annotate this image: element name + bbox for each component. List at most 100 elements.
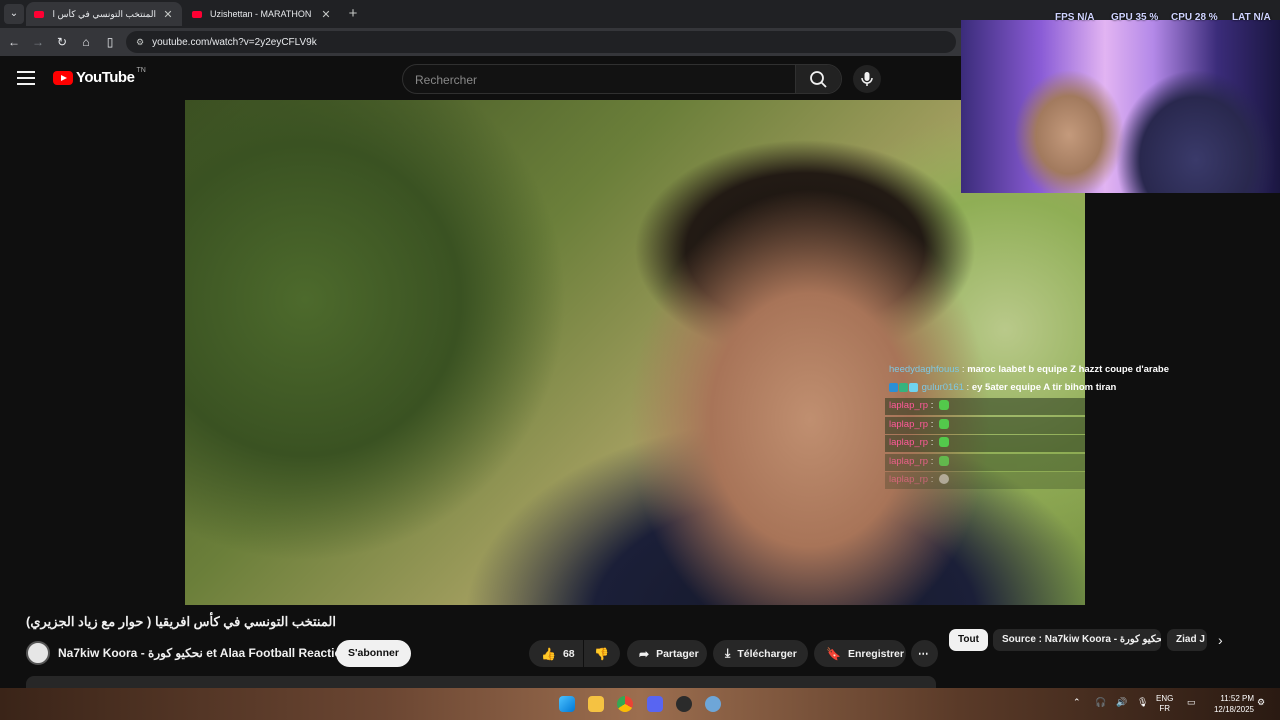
site-info-icon[interactable]: ⚙: [136, 37, 144, 48]
taskbar-clock[interactable]: 11:52 PM 12/18/2025: [1204, 693, 1254, 715]
subscribe-button[interactable]: S'abonner: [336, 640, 411, 667]
more-icon: ⋯: [918, 647, 929, 660]
chat-message: laplap_rp :: [885, 472, 1085, 489]
chip-ziad[interactable]: Ziad J: [1167, 629, 1207, 651]
youtube-favicon-icon: [34, 10, 44, 18]
app-icon[interactable]: [705, 696, 721, 712]
tab-search-button[interactable]: ⌄: [4, 4, 24, 24]
emote-icon: [939, 437, 950, 448]
clock-date: 12/18/2025: [1213, 705, 1254, 714]
url-field[interactable]: ⚙ youtube.com/watch?v=2y2eyCFLV9k: [126, 31, 956, 53]
chat-message: laplap_rp :: [885, 435, 1085, 452]
thumbs-up-icon: 👍: [541, 646, 556, 661]
start-icon[interactable]: [559, 696, 575, 712]
youtube-logo[interactable]: YouTube TN: [53, 67, 146, 86]
display-icon[interactable]: ▭: [1187, 697, 1196, 708]
dislike-button[interactable]: 👎: [584, 640, 620, 667]
obs-icon[interactable]: [676, 696, 692, 712]
chat-message: gulur0161 : ey 5ater equipe A tir bihom …: [885, 380, 1120, 397]
chat-username: gulur0161: [921, 382, 964, 393]
chat-username: heedydaghfouus: [889, 364, 960, 375]
latency-readout: LAT N/A: [1232, 12, 1271, 23]
gpu-readout: GPU 35 %: [1111, 12, 1159, 23]
chat-badge-icon: [899, 382, 908, 392]
tab-title: المنتخب التونسي في كأس افريقيا: [52, 8, 156, 19]
notification-icon[interactable]: ⚙: [1257, 697, 1265, 708]
chat-badge-icon: [909, 382, 918, 392]
microphone-icon: [861, 72, 873, 86]
split-view-icon[interactable]: ▯: [101, 33, 119, 51]
download-icon: ⤓: [725, 646, 731, 660]
chat-username: laplap_rp: [889, 456, 929, 467]
save-label: Enregistrer: [847, 647, 904, 660]
video-player[interactable]: [185, 100, 1085, 605]
chat-username: laplap_rp: [889, 437, 929, 448]
tab-title: Uzishettan - MARATHON (Offic: [210, 9, 314, 19]
browser-tab[interactable]: Uzishettan - MARATHON (Offic ✕: [184, 2, 340, 26]
logo-text: YouTube: [76, 69, 135, 86]
video-title: المنتخب التونسي في كأس افريقيا ( حوار مع…: [26, 614, 336, 629]
cpu-readout: CPU 28 %: [1171, 12, 1218, 23]
youtube-play-icon: [53, 70, 73, 85]
chat-username: laplap_rp: [889, 400, 929, 411]
share-button[interactable]: ➦ Partager: [627, 640, 707, 667]
chat-badge-icon: [889, 382, 898, 392]
chat-message: laplap_rp :: [885, 454, 1085, 471]
fps-readout: FPS N/A: [1055, 12, 1095, 23]
chip-source[interactable]: Source : Na7kiw Koora - نحكيو كورة: [993, 629, 1161, 651]
search-input[interactable]: Rechercher: [415, 73, 477, 87]
chevron-right-icon[interactable]: ›: [1218, 632, 1223, 648]
save-button[interactable]: 🔖 Enregistrer: [814, 640, 906, 667]
channel-name[interactable]: Na7kiw Koora - نحكيو كورة et Alaa Footba…: [58, 646, 349, 660]
discord-icon[interactable]: [647, 696, 663, 712]
thumbs-down-icon: 👎: [594, 646, 609, 661]
download-button[interactable]: ⤓ Télécharger: [713, 640, 808, 667]
chat-username: laplap_rp: [889, 419, 929, 430]
chrome-icon[interactable]: [617, 696, 633, 712]
reload-icon[interactable]: ↻: [53, 33, 71, 51]
chat-message: laplap_rp :: [885, 417, 1085, 434]
channel-avatar[interactable]: [26, 641, 50, 665]
home-icon[interactable]: ⌂: [77, 33, 95, 51]
logo-country-code: TN: [136, 67, 146, 74]
chat-username: laplap_rp: [889, 474, 929, 485]
like-count: 68: [562, 647, 575, 660]
chat-text: maroc laabet b equipe Z hazzt coupe d'ar…: [967, 364, 1169, 375]
menu-icon[interactable]: [17, 71, 35, 85]
search-box[interactable]: Rechercher: [402, 64, 842, 94]
emote-icon: [939, 456, 950, 467]
microphone-icon[interactable]: 🎙: [1137, 697, 1148, 708]
language-indicator[interactable]: ENG FR: [1156, 694, 1173, 714]
search-button[interactable]: [795, 65, 841, 93]
headset-icon[interactable]: 🎧: [1095, 697, 1106, 708]
clock-time: 11:52 PM: [1220, 694, 1254, 703]
emote-icon: [939, 419, 950, 430]
chat-text: ey 5ater equipe A tir bihom tiran: [971, 382, 1117, 393]
search-icon: [810, 71, 827, 88]
tab-close-icon[interactable]: ✕: [162, 8, 174, 21]
windows-taskbar: ⌃ 🎧 🔊 🎙 ENG FR ▭ ⚙: [0, 688, 1280, 720]
file-explorer-icon[interactable]: [588, 696, 604, 712]
chip-all[interactable]: Tout: [949, 629, 988, 651]
like-button[interactable]: 👍 68: [529, 640, 583, 667]
forward-icon[interactable]: →: [29, 33, 47, 51]
emote-icon: [939, 400, 950, 411]
chat-message: laplap_rp :: [885, 398, 1085, 415]
more-actions-button[interactable]: ⋯: [911, 640, 938, 667]
tab-close-icon[interactable]: ✕: [320, 8, 332, 21]
share-label: Partager: [656, 647, 699, 660]
voice-search-button[interactable]: [853, 65, 881, 93]
bookmark-icon: 🔖: [826, 646, 841, 661]
volume-icon[interactable]: 🔊: [1116, 697, 1127, 708]
share-icon: ➦: [639, 646, 650, 661]
back-icon[interactable]: ←: [5, 33, 23, 51]
url-text: youtube.com/watch?v=2y2eyCFLV9k: [152, 36, 317, 48]
youtube-favicon-icon: [192, 10, 202, 18]
streamer-webcam-overlay: [961, 20, 1280, 193]
chevron-up-icon[interactable]: ⌃: [1073, 697, 1081, 708]
new-tab-icon[interactable]: +: [345, 5, 361, 23]
browser-tab-active[interactable]: المنتخب التونسي في كأس افريقيا ✕: [26, 2, 182, 26]
chat-message: heedydaghfouus : maroc laabet b equipe Z…: [889, 364, 1169, 375]
download-label: Télécharger: [737, 647, 797, 660]
emote-icon: [939, 474, 950, 485]
